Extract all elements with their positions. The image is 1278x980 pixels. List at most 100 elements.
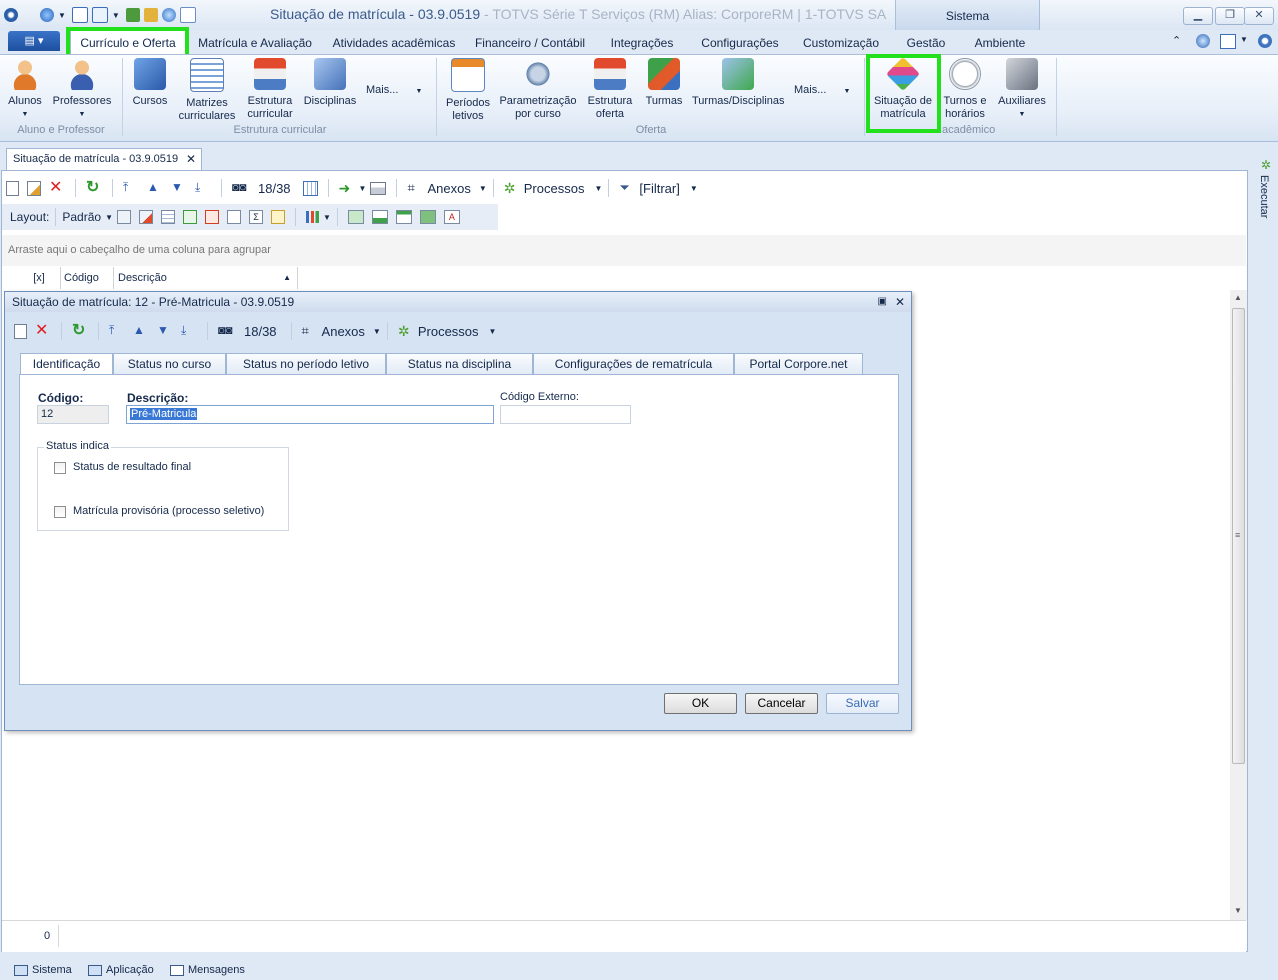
layout-import-icon[interactable] xyxy=(183,210,197,224)
dropdown-icon[interactable]: ▼ xyxy=(112,11,120,20)
scroll-down-icon[interactable]: ▼ xyxy=(1234,906,1242,915)
chart-icon[interactable] xyxy=(306,211,319,223)
last-record-icon[interactable]: ⤓ xyxy=(195,180,211,196)
cursos-button[interactable]: Cursos xyxy=(128,58,172,108)
layout-sort-icon[interactable] xyxy=(227,210,241,224)
restore-button[interactable]: ❐ xyxy=(1215,7,1245,25)
estrutura-curricular-button[interactable]: Estrutura curricular xyxy=(242,58,298,121)
auxiliares-button[interactable]: Auxiliares ▼ xyxy=(994,58,1050,121)
dropdown-icon[interactable]: ▼ xyxy=(373,327,381,336)
tools-icon[interactable] xyxy=(143,8,158,22)
new-icon[interactable] xyxy=(14,323,27,339)
dialog-title-bar[interactable]: Situação de matrícula: 12 - Pré-Matricul… xyxy=(5,292,911,312)
dropdown-icon[interactable]: ▼ xyxy=(105,213,113,222)
save-button[interactable]: Salvar xyxy=(826,693,899,714)
binoculars-icon[interactable]: ◙◙ xyxy=(218,323,234,339)
tab-portal-corpore[interactable]: Portal Corpore.net xyxy=(734,353,863,375)
layout-padrao-dropdown[interactable]: Padrão xyxy=(62,210,101,224)
tab-configuracoes[interactable]: Configurações xyxy=(696,30,784,54)
ok-button[interactable]: OK xyxy=(664,693,737,714)
tab-customizacao[interactable]: Customização xyxy=(800,30,882,54)
column-header-select[interactable]: [x] xyxy=(18,267,61,289)
next-record-icon[interactable]: ▼ xyxy=(171,180,187,196)
close-tab-icon[interactable]: ✕ xyxy=(186,149,196,169)
dropdown-icon[interactable]: ▼ xyxy=(479,184,487,193)
parametrizacao-curso-button[interactable]: Parametrização por curso xyxy=(498,58,578,121)
matricula-provisoria-label[interactable]: Matrícula provisória (processo seletivo) xyxy=(73,505,264,517)
dropdown-icon[interactable]: ▼ xyxy=(58,11,66,20)
tab-matricula-avaliacao[interactable]: Matrícula e Avaliação xyxy=(196,30,314,54)
codigo-externo-input[interactable] xyxy=(500,405,631,424)
globe-icon[interactable] xyxy=(40,8,54,22)
tab-status-periodo-letivo[interactable]: Status no período letivo xyxy=(226,353,386,375)
statusbar-aplicacao[interactable]: Aplicação xyxy=(88,964,154,976)
dropdown-icon[interactable]: ▼ xyxy=(359,184,367,193)
filtrar-button[interactable]: [Filtrar] xyxy=(639,181,679,196)
copy-icon[interactable] xyxy=(179,7,196,23)
tab-financeiro-contabil[interactable]: Financeiro / Contábil xyxy=(472,30,588,54)
statusbar-sistema[interactable]: Sistema xyxy=(14,964,72,976)
tab-identificacao[interactable]: Identificação xyxy=(20,353,113,376)
status-resultado-final-checkbox[interactable] xyxy=(54,462,66,474)
window-icon[interactable] xyxy=(71,7,88,23)
view-mode-3-icon[interactable] xyxy=(395,210,412,224)
font-icon[interactable]: A xyxy=(443,210,460,224)
view-mode-4-icon[interactable] xyxy=(419,210,436,224)
grid-view-icon[interactable] xyxy=(302,180,318,196)
dialog-anexos-button[interactable]: Anexos xyxy=(322,324,365,339)
matricula-provisoria-checkbox[interactable] xyxy=(54,506,66,518)
layout-sum-icon[interactable]: Σ xyxy=(249,210,263,224)
layout-delete-icon[interactable] xyxy=(139,210,153,224)
refresh-icon[interactable]: ↻ xyxy=(86,180,102,196)
estrutura-oferta-button[interactable]: Estrutura oferta xyxy=(582,58,638,121)
gears-icon[interactable]: ✲ xyxy=(504,180,520,196)
mais-oferta-button[interactable]: Mais... ▼ xyxy=(794,84,850,96)
executar-panel-tab[interactable]: Executar xyxy=(1258,175,1270,218)
close-window-button[interactable]: ✕ xyxy=(1244,7,1274,25)
anexos-button[interactable]: Anexos xyxy=(427,181,470,196)
view-mode-1-icon[interactable] xyxy=(347,210,364,224)
previous-record-icon[interactable]: ▲ xyxy=(133,323,149,339)
periodos-letivos-button[interactable]: Períodos letivos xyxy=(442,58,494,123)
gears-icon[interactable]: ✲ xyxy=(398,323,414,339)
processos-button[interactable]: Processos xyxy=(524,181,585,196)
tab-atividades-academicas[interactable]: Atividades acadêmicas xyxy=(330,30,458,54)
new-icon[interactable] xyxy=(6,180,19,196)
group-by-panel[interactable]: Arraste aqui o cabeçalho de uma coluna p… xyxy=(2,235,1246,266)
dialog-maximize-icon[interactable]: ▣ xyxy=(878,292,887,312)
layout-highlight-icon[interactable] xyxy=(271,210,285,224)
first-record-icon[interactable]: ⤒ xyxy=(109,323,125,339)
scroll-up-icon[interactable]: ▲ xyxy=(1234,293,1242,302)
dropdown-icon[interactable]: ▼ xyxy=(323,213,331,222)
delete-icon[interactable]: ✕ xyxy=(35,323,51,339)
layout-icon[interactable] xyxy=(1220,34,1236,49)
turnos-horarios-button[interactable]: Turnos e horários xyxy=(940,58,990,121)
help-globe-icon[interactable] xyxy=(1196,34,1210,48)
layout-columns-icon[interactable] xyxy=(161,210,175,224)
application-menu-button[interactable]: ▤ ▾ xyxy=(8,31,60,51)
turmas-button[interactable]: Turmas xyxy=(642,58,686,108)
gear-icon[interactable]: ✲ xyxy=(1261,158,1271,172)
filter-icon[interactable]: ⏷ xyxy=(619,180,635,196)
dropdown-icon[interactable]: ▼ xyxy=(489,327,497,336)
tab-configuracoes-rematricula[interactable]: Configurações de rematrícula xyxy=(533,353,734,375)
delete-icon[interactable]: ✕ xyxy=(49,180,65,196)
tab-status-disciplina[interactable]: Status na disciplina xyxy=(386,353,533,375)
dropdown-icon[interactable]: ▼ xyxy=(594,184,602,193)
tab-curriculo-oferta[interactable]: Currículo e Oferta xyxy=(70,30,186,54)
document-tab[interactable]: Situação de matrícula - 03.9.0519 ✕ xyxy=(6,148,202,170)
layout-export-icon[interactable] xyxy=(205,210,219,224)
alunos-button[interactable]: Alunos ▼ xyxy=(4,58,46,121)
export-arrow-icon[interactable]: ➜ xyxy=(339,180,355,196)
help-icon[interactable] xyxy=(1258,34,1272,48)
dropdown-icon[interactable]: ▼ xyxy=(690,184,698,193)
web-icon[interactable] xyxy=(161,8,176,22)
last-record-icon[interactable]: ⤓ xyxy=(181,323,197,339)
minimize-ribbon-icon[interactable]: ⌃ xyxy=(1172,34,1181,47)
context-tab-sistema[interactable]: Sistema xyxy=(895,0,1040,30)
binoculars-icon[interactable]: ◙◙ xyxy=(232,180,248,196)
view-mode-2-icon[interactable] xyxy=(371,210,388,224)
matrizes-curriculares-button[interactable]: Matrizes curriculares xyxy=(176,58,238,123)
dialog-processos-button[interactable]: Processos xyxy=(418,324,479,339)
refresh-icon[interactable]: ↻ xyxy=(72,323,88,339)
